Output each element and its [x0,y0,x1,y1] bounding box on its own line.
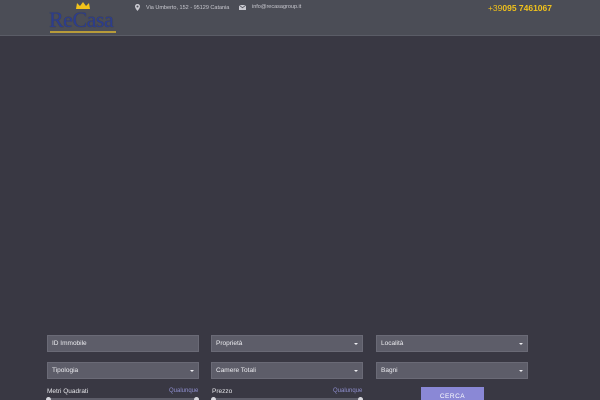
top-header: ReCasa Via Umberto, 152 - 95129 Catania … [0,0,600,36]
chevron-down-icon [354,369,358,372]
proprieta-label: Proprietà [216,340,243,347]
email-text: info@recasagroup.it [252,4,302,10]
metri-quadrati-min-handle[interactable] [46,396,51,400]
logo-underline [50,31,116,33]
bagni-label: Bagni [381,367,398,374]
id-immobile-placeholder: ID Immobile [52,340,87,347]
prezzo-max-handle[interactable] [358,396,363,400]
metri-quadrati-max-handle[interactable] [194,396,199,400]
proprieta-select[interactable]: Proprietà [211,335,363,352]
camere-select[interactable]: Camere Totali [211,362,363,379]
tipologia-select[interactable]: Tipologia [47,362,199,379]
camere-label: Camere Totali [216,367,256,374]
envelope-icon [239,4,246,10]
phone-number[interactable]: +39095 7461067 [488,3,552,13]
recasa-logo[interactable]: ReCasa [49,2,119,34]
map-pin-icon [135,4,140,11]
email-info[interactable]: info@recasagroup.it [239,4,301,10]
tipologia-label: Tipologia [52,367,79,374]
address-text: Via Umberto, 152 - 95129 Catania [146,4,230,11]
phone-digits: 095 7461067 [502,3,552,13]
metri-quadrati-value: Qualunque [169,388,199,394]
cerca-button[interactable]: CERCA [421,387,484,400]
phone-prefix: +39 [487,3,503,13]
prezzo-value: Qualunque [333,388,363,394]
bagni-select[interactable]: Bagni [376,362,528,379]
chevron-down-icon [519,342,523,345]
id-immobile-input[interactable]: ID Immobile [47,335,199,352]
logo-text: ReCasa [49,7,114,32]
localita-label: Località [381,340,404,347]
localita-select[interactable]: Località [376,335,528,352]
address-info: Via Umberto, 152 - 95129 Catania [135,4,229,11]
chevron-down-icon [354,342,358,345]
chevron-down-icon [519,369,523,372]
metri-quadrati-label: Metri Quadrati [47,388,89,395]
prezzo-min-handle[interactable] [211,396,216,400]
prezzo-label: Prezzo [212,388,233,395]
chevron-down-icon [190,369,194,372]
